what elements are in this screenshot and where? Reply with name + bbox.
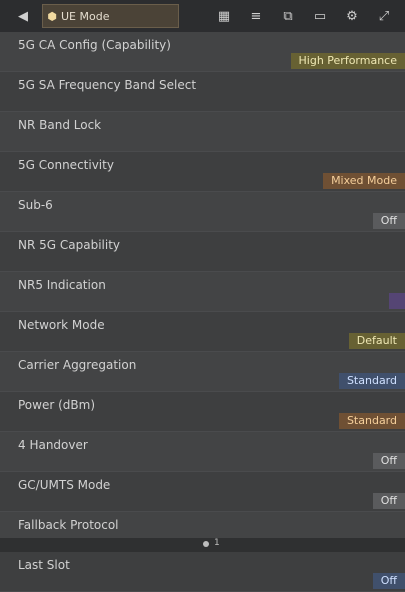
setting-value[interactable]: Off bbox=[372, 213, 405, 229]
setting-row[interactable]: GC/UMTS Mode Off bbox=[0, 472, 405, 512]
setting-row[interactable]: 5G SA Frequency Band Select bbox=[0, 72, 405, 112]
setting-value[interactable]: Default bbox=[348, 333, 405, 349]
setting-row[interactable]: Carrier Aggregation Standard bbox=[0, 352, 405, 392]
setting-label: Last Slot bbox=[18, 558, 70, 572]
setting-label: 5G Connectivity bbox=[18, 158, 114, 172]
setting-label: Carrier Aggregation bbox=[18, 358, 137, 372]
setting-label: Sub-6 bbox=[18, 198, 53, 212]
setting-label: NR 5G Capability bbox=[18, 238, 121, 252]
setting-label: Network Mode bbox=[18, 318, 105, 332]
tab-ue-mode[interactable]: ⬢ UE Mode bbox=[42, 4, 179, 28]
setting-row[interactable]: 5G CA Config (Capability) High Performan… bbox=[0, 32, 405, 72]
setting-label: 5G CA Config (Capability) bbox=[18, 38, 171, 52]
setting-row[interactable]: NR5 Indication bbox=[0, 272, 405, 312]
toolbar-actions: ▦ ≡ ⧉ ▭ ⚙ ⤢ bbox=[213, 5, 395, 27]
page-indicator-label: 1 bbox=[214, 538, 220, 548]
setting-label: NR5 Indication bbox=[18, 278, 106, 292]
setting-row[interactable]: Sub-6 Off bbox=[0, 192, 405, 232]
list-icon[interactable]: ≡ bbox=[245, 5, 267, 27]
tab-label: UE Mode bbox=[61, 9, 110, 23]
setting-value[interactable]: High Performance bbox=[290, 53, 405, 69]
settings-list: 5G CA Config (Capability) High Performan… bbox=[0, 32, 405, 592]
bottom-bar: 1 bbox=[0, 538, 405, 552]
setting-value[interactable] bbox=[389, 293, 405, 309]
top-toolbar: ◀ ⬢ UE Mode ▦ ≡ ⧉ ▭ ⚙ ⤢ bbox=[0, 0, 405, 33]
setting-label: Power (dBm) bbox=[18, 398, 95, 412]
setting-value[interactable]: Off bbox=[372, 573, 405, 589]
setting-row[interactable]: 4 Handover Off bbox=[0, 432, 405, 472]
expand-icon[interactable]: ⤢ bbox=[373, 5, 395, 27]
setting-label: Fallback Protocol bbox=[18, 518, 119, 532]
setting-value[interactable]: Standard bbox=[338, 413, 405, 429]
setting-value[interactable]: Off bbox=[372, 493, 405, 509]
copy-icon[interactable]: ⧉ bbox=[277, 5, 299, 27]
setting-label: 4 Handover bbox=[18, 438, 88, 452]
setting-value[interactable]: Off bbox=[372, 453, 405, 469]
setting-row[interactable]: Last Slot Off bbox=[0, 552, 405, 592]
grid-icon[interactable]: ▦ bbox=[213, 5, 235, 27]
setting-row[interactable]: Network Mode Default bbox=[0, 312, 405, 352]
setting-label: 5G SA Frequency Band Select bbox=[18, 78, 197, 92]
tab-icon: ⬢ bbox=[47, 9, 57, 23]
setting-value[interactable]: Mixed Mode bbox=[323, 173, 405, 189]
setting-label: NR Band Lock bbox=[18, 118, 102, 132]
settings-icon[interactable]: ⚙ bbox=[341, 5, 363, 27]
setting-row[interactable]: NR 5G Capability bbox=[0, 232, 405, 272]
screen-icon[interactable]: ▭ bbox=[309, 5, 331, 27]
setting-row[interactable]: Power (dBm) Standard bbox=[0, 392, 405, 432]
setting-row[interactable]: 5G Connectivity Mixed Mode bbox=[0, 152, 405, 192]
setting-label: GC/UMTS Mode bbox=[18, 478, 111, 492]
back-icon[interactable]: ◀ bbox=[12, 5, 34, 27]
page-indicator-dot bbox=[203, 541, 209, 547]
setting-value[interactable]: Standard bbox=[338, 373, 405, 389]
setting-row[interactable]: NR Band Lock bbox=[0, 112, 405, 152]
